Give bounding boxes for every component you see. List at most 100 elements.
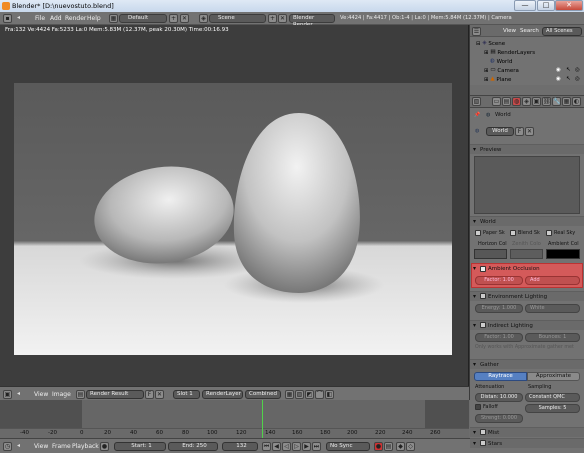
editor-type-icon[interactable]: ▧ [472,97,481,106]
editor-type-icon[interactable]: ▪ [3,14,12,23]
constraints-tab-icon[interactable]: ⛓ [542,97,551,106]
screen-remove-icon[interactable]: ✕ [180,14,189,23]
curve-icon[interactable]: ⌒ [315,390,324,399]
ao-factor-field[interactable]: Factor: 1.00 [475,276,523,285]
screen-layout-icon[interactable]: ▦ [109,14,118,23]
panel-world-header[interactable]: World [470,216,584,227]
outliner-item-renderlayers[interactable]: ⊞ ▤ RenderLayers [470,48,584,57]
menu-render[interactable]: Render [65,15,86,22]
render-tab-icon[interactable]: ▭ [492,97,501,106]
indirect-factor-field[interactable]: Factor: 1.00 [475,333,523,342]
paper-sky-checkbox[interactable] [475,230,481,236]
display-rgb-icon[interactable]: ▦ [285,390,294,399]
timeline-area[interactable]: -40 -20 0 20 40 60 80 100 120 140 160 18… [0,400,469,438]
outliner-item-world[interactable]: ◍ World [470,57,584,66]
sampling-method-selector[interactable]: Constant QMC [525,393,580,402]
modifiers-tab-icon[interactable]: 🔧 [552,97,561,106]
zenith-color-swatch[interactable] [510,249,543,259]
panel-ao-header[interactable]: Ambient Occlusion [470,264,584,274]
panel-gather-header[interactable]: Gather [470,359,584,370]
menu-playback[interactable]: Playback [72,443,99,450]
panel-preview-header[interactable]: Preview [470,144,584,155]
jump-start-icon[interactable]: ⏮ [262,442,271,451]
play-icon[interactable]: ▷ [292,442,301,451]
display-mode-selector[interactable]: All Scenes [542,27,582,36]
record-icon[interactable]: ● [100,442,109,451]
scene-selector[interactable]: Scene [209,14,266,23]
next-key-icon[interactable]: ▶ [302,442,311,451]
unlink-image-icon[interactable]: ✕ [155,390,164,399]
collapse-menu-icon[interactable]: ◂ [14,14,23,23]
env-enable-checkbox[interactable] [480,293,486,299]
outliner-item-plane[interactable]: ⊞ ▲ Plane ◉ ↖ ◎ [470,75,584,84]
play-reverse-icon[interactable]: ◁ [282,442,291,451]
render-layer-selector[interactable]: RenderLayer [202,390,243,399]
menu-file[interactable]: File [35,15,45,22]
render-camera-icon[interactable]: ◎ [575,66,580,75]
insert-key-icon[interactable]: ◆ [396,442,405,451]
ao-enable-checkbox[interactable] [480,266,486,272]
pin-icon[interactable]: 📌 [474,112,480,118]
menu-image[interactable]: Image [52,391,71,398]
panel-mist-header[interactable]: Mist [470,427,584,438]
render-layers-tab-icon[interactable]: ▤ [502,97,511,106]
render-engine-selector[interactable]: Blender Render [289,14,335,28]
display-alpha-icon[interactable]: ▨ [295,390,304,399]
properties-panel[interactable]: 📌 ◍ World ◍ World F ✕ Preview World Pape… [470,108,584,438]
visibility-eye-icon[interactable]: ◉ [556,75,561,84]
menu-view[interactable]: View [503,28,516,34]
falloff-checkbox[interactable] [475,404,481,410]
world-unlink-icon[interactable]: ✕ [525,127,534,136]
menu-search[interactable]: Search [520,28,539,34]
ao-blend-mode-selector[interactable]: Add [525,276,580,285]
stars-enable-checkbox[interactable] [480,440,486,446]
outliner[interactable]: ☰ View Search All Scenes ⊟ ◈ Scene ⊞ ▤ R… [470,25,584,95]
start-frame-field[interactable]: Start: 1 [114,442,166,451]
select-arrow-icon[interactable]: ↖ [566,75,571,84]
editor-type-icon[interactable]: ☰ [472,27,481,36]
scene-icon[interactable]: ◈ [199,14,208,23]
maximize-button[interactable]: □ [537,0,555,11]
panel-env-header[interactable]: Environment Lighting [470,291,584,302]
outliner-item-camera[interactable]: ⊞ ▭ Camera ◉ ↖ ◎ [470,66,584,75]
world-tab-icon[interactable]: ◍ [512,97,521,106]
scene-add-icon[interactable]: + [268,14,277,23]
visibility-eye-icon[interactable]: ◉ [556,66,561,75]
slot-selector[interactable]: Slot 1 [173,390,200,399]
indirect-bounces-field[interactable]: Bounces: 1 [525,333,580,342]
minimize-button[interactable]: — [514,0,536,11]
real-sky-checkbox[interactable] [546,230,552,236]
blend-sky-checkbox[interactable] [510,230,516,236]
scene-tab-icon[interactable]: ◈ [522,97,531,106]
mist-enable-checkbox[interactable] [480,429,486,435]
editor-type-icon[interactable]: ◷ [3,442,12,451]
samples-field[interactable]: Samples: 5 [525,404,580,413]
keying-set-icon[interactable]: ▤ [384,442,393,451]
current-frame-field[interactable]: 132 [222,442,258,451]
env-energy-field[interactable]: Energy: 1.000 [475,304,523,313]
jump-end-icon[interactable]: ⏭ [312,442,321,451]
distance-field[interactable]: Distan: 10.000 [475,393,523,402]
menu-help[interactable]: Help [87,15,101,22]
render-pass-selector[interactable]: Combined [245,390,281,399]
menu-frame[interactable]: Frame [52,443,71,450]
world-fake-user-button[interactable]: F [515,127,524,136]
gather-raytrace-button[interactable]: Raytrace [474,372,527,381]
end-frame-field[interactable]: End: 250 [168,442,218,451]
image-browse-icon[interactable]: ▤ [76,390,85,399]
editor-type-icon[interactable]: ▣ [3,390,12,399]
prev-key-icon[interactable]: ◀ [272,442,281,451]
horizon-color-swatch[interactable] [474,249,507,259]
world-datablock-field[interactable]: World [486,127,514,136]
texture-tab-icon[interactable]: ▦ [562,97,571,106]
object-tab-icon[interactable]: ▣ [532,97,541,106]
screen-add-icon[interactable]: + [169,14,178,23]
render-camera-icon[interactable]: ◎ [575,75,580,84]
scene-remove-icon[interactable]: ✕ [278,14,287,23]
3d-viewport[interactable]: Fra:132 Ve:4424 Fa:5233 La:0 Mem:5.83M (… [0,25,469,386]
color-icon[interactable]: ◩ [305,390,314,399]
panel-stars-header[interactable]: Stars [470,438,584,449]
sync-mode-selector[interactable]: No Sync [326,442,370,451]
frame-ruler[interactable]: -40 -20 0 20 40 60 80 100 120 140 160 18… [0,428,469,438]
auto-key-icon[interactable]: ● [374,442,383,451]
